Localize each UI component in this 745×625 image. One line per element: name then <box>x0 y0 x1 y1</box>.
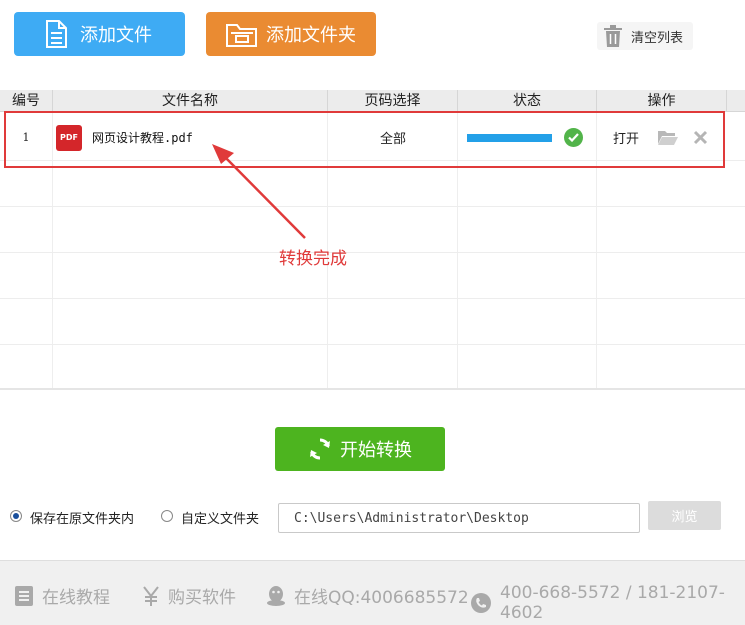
highlight-box <box>4 111 725 168</box>
footer-tutorial-label: 在线教程 <box>42 588 110 608</box>
header-file-name: 文件名称 <box>53 90 328 112</box>
header-page-selection: 页码选择 <box>328 90 458 112</box>
browse-button[interactable]: 浏览 <box>648 501 721 530</box>
footer-phone: 400-668-5572 / 181-2107-4602 <box>470 583 745 623</box>
clear-list-label: 清空列表 <box>631 30 684 46</box>
table-bottom-border <box>0 388 745 390</box>
add-file-button[interactable]: 添加文件 <box>14 12 185 56</box>
annotation-arrow <box>212 144 306 239</box>
yen-icon <box>142 585 160 606</box>
add-file-label: 添加文件 <box>80 25 152 46</box>
document-icon <box>14 585 34 607</box>
header-number: 编号 <box>0 90 53 112</box>
add-folder-label: 添加文件夹 <box>266 25 356 46</box>
header-scroll-spacer <box>727 90 745 112</box>
trash-icon <box>601 25 625 47</box>
footer-tutorial[interactable]: 在线教程 <box>14 583 110 608</box>
file-icon <box>36 20 76 48</box>
header-actions: 操作 <box>597 90 727 112</box>
row-divider <box>0 206 745 207</box>
footer-qq-label: 在线QQ:4006685572 <box>294 588 469 608</box>
start-conversion-button[interactable]: 开始转换 <box>275 427 445 471</box>
phone-icon <box>470 592 492 614</box>
annotation-text: 转换完成 <box>279 249 347 269</box>
footer-buy[interactable]: 购买软件 <box>142 583 236 608</box>
radio-original-folder[interactable] <box>10 510 22 522</box>
table-header: 编号 文件名称 页码选择 状态 操作 <box>0 90 745 112</box>
row-divider <box>0 344 745 345</box>
footer: 在线教程 购买软件 在线QQ:4006685572 400-668-5572 /… <box>0 560 745 625</box>
start-conversion-label: 开始转换 <box>340 440 412 461</box>
footer-buy-label: 购买软件 <box>168 588 236 608</box>
footer-qq[interactable]: 在线QQ:4006685572 <box>266 583 469 608</box>
option-original-label: 保存在原文件夹内 <box>30 512 135 527</box>
add-folder-button[interactable]: 添加文件夹 <box>206 12 376 56</box>
toolbar: 添加文件 添加文件夹 清空列表 <box>0 0 745 90</box>
footer-phone-label: 400-668-5572 / 181-2107-4602 <box>500 583 725 623</box>
folder-icon <box>222 20 262 48</box>
option-custom-label: 自定义文件夹 <box>181 512 260 527</box>
clear-list-button[interactable]: 清空列表 <box>597 22 694 50</box>
row-divider <box>0 252 745 253</box>
qq-penguin-icon <box>266 585 286 607</box>
output-options: 保存在原文件夹内 自定义文件夹 浏览 <box>0 500 745 536</box>
header-status: 状态 <box>458 90 597 112</box>
radio-custom-folder[interactable] <box>161 510 173 522</box>
refresh-icon <box>308 437 332 461</box>
output-path-input[interactable] <box>278 503 640 533</box>
row-divider <box>0 298 745 299</box>
